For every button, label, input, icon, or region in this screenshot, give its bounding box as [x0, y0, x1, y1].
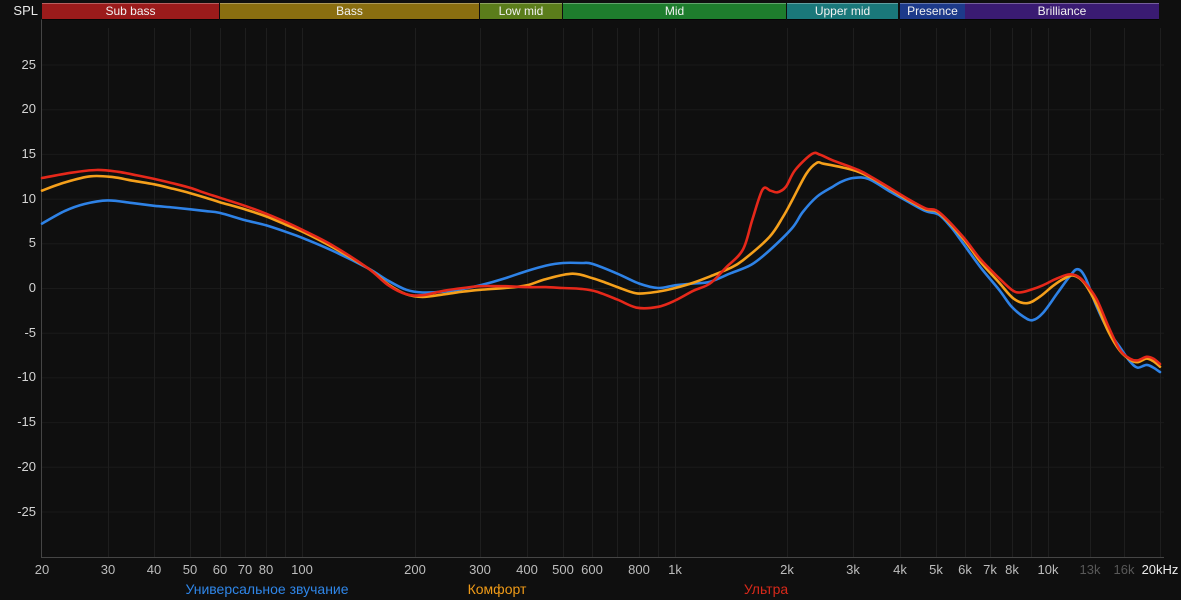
- x-tick-label-100: 100: [291, 562, 313, 577]
- x-tick-label-3k: 3k: [846, 562, 860, 577]
- x-tick-label-500: 500: [552, 562, 574, 577]
- y-tick-label: -20: [17, 459, 36, 474]
- x-tick-label-7k: 7k: [983, 562, 997, 577]
- x-tick-label-50: 50: [182, 562, 198, 577]
- band-label: Presence: [907, 4, 958, 18]
- x-tick-label-70: 70: [237, 562, 253, 577]
- band-label: Brilliance: [1037, 4, 1087, 18]
- plot-area: [40, 19, 1164, 558]
- legend-item-comfort[interactable]: Комфорт: [468, 581, 527, 597]
- band-sub-bass: Sub bass: [42, 3, 219, 19]
- band-label: Low mid: [498, 4, 544, 18]
- band-label: Mid: [664, 4, 685, 18]
- band-presence: Presence: [900, 3, 965, 19]
- x-tick-label-20khz: 20kHz: [1141, 562, 1179, 577]
- legend-item-universal-sound[interactable]: Универсальное звучание: [185, 581, 348, 597]
- y-tick-label: -25: [17, 504, 36, 519]
- y-tick-label: 20: [21, 101, 36, 116]
- x-tick-label-10k: 10k: [1037, 562, 1059, 577]
- y-tick-label: 25: [21, 57, 36, 72]
- y-tick-label: 10: [21, 191, 36, 206]
- band-upper-mid: Upper mid: [787, 3, 898, 19]
- x-tick-label-40: 40: [146, 562, 162, 577]
- x-tick-label-8k: 8k: [1005, 562, 1019, 577]
- x-tick-label-600: 600: [581, 562, 603, 577]
- curve-series-2: [40, 151, 1162, 366]
- band-label: Bass: [336, 4, 363, 18]
- x-tick-label-6k: 6k: [958, 562, 972, 577]
- x-tick-label-1k: 1k: [668, 562, 682, 577]
- y-tick-label: -15: [17, 414, 36, 429]
- x-tick-label-20: 20: [34, 562, 50, 577]
- x-tick-label-80: 80: [258, 562, 274, 577]
- legend-item-ultra[interactable]: Ультра: [744, 581, 788, 597]
- band-bass: Bass: [220, 3, 479, 19]
- x-tick-label-13k: 13k: [1079, 562, 1101, 577]
- band-low-mid: Low mid: [480, 3, 562, 19]
- x-tick-label-4k: 4k: [893, 562, 907, 577]
- x-tick-label-16k: 16k: [1113, 562, 1135, 577]
- band-mid: Mid: [563, 3, 786, 19]
- y-tick-label: 5: [28, 235, 36, 250]
- spl-axis-label: SPL: [13, 3, 38, 18]
- x-tick-label-30: 30: [100, 562, 116, 577]
- y-tick-label: -5: [24, 325, 36, 340]
- x-tick-label-5k: 5k: [929, 562, 943, 577]
- y-tick-label: 0: [28, 280, 36, 295]
- x-tick-label-200: 200: [404, 562, 426, 577]
- x-tick-label-300: 300: [469, 562, 491, 577]
- y-tick-label: -10: [17, 369, 36, 384]
- y-tick-label: 15: [21, 146, 36, 161]
- x-tick-label-400: 400: [516, 562, 538, 577]
- band-brilliance: Brilliance: [965, 3, 1159, 19]
- x-tick-label-2k: 2k: [780, 562, 794, 577]
- band-label: Sub bass: [105, 4, 156, 18]
- frequency-response-chart: SPL Sub bass Bass Low mid Mid Upper mid Prese…: [0, 0, 1181, 600]
- x-tick-label-800: 800: [628, 562, 650, 577]
- band-label: Upper mid: [814, 4, 871, 18]
- x-tick-label-60: 60: [212, 562, 228, 577]
- curve-series-1: [40, 160, 1162, 368]
